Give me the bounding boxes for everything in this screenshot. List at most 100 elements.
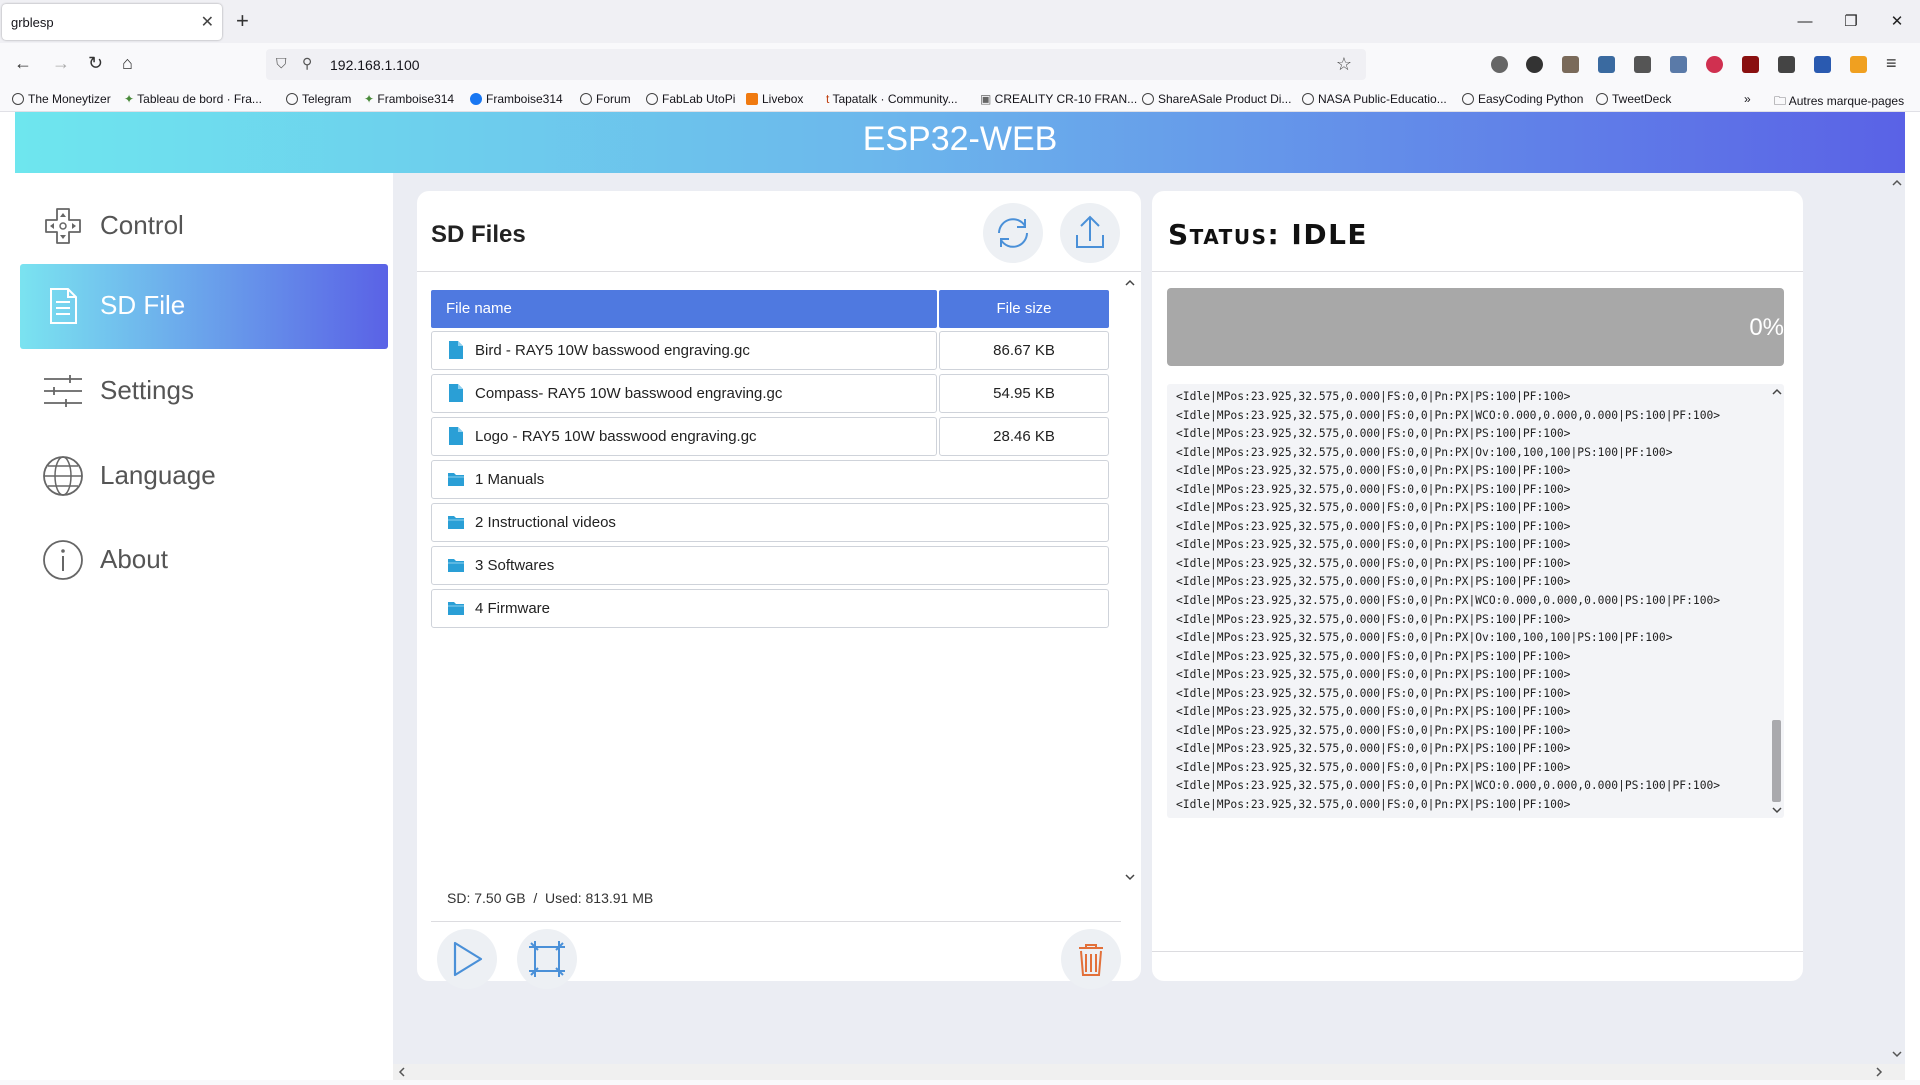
- minimize-icon[interactable]: —: [1782, 0, 1828, 43]
- bookmark-item[interactable]: The Moneytizer: [12, 92, 111, 106]
- sidebar: Control SD File Settings Language About: [15, 173, 393, 1080]
- bookmark-item[interactable]: EasyCoding Python: [1462, 92, 1583, 106]
- delete-button[interactable]: [1061, 929, 1121, 989]
- bookmark-item[interactable]: ✦ Framboise314: [364, 92, 454, 106]
- globe-icon: [580, 93, 592, 105]
- bookmark-item[interactable]: ▣ CREALITY CR-10 FRAN...: [980, 92, 1137, 106]
- back-icon[interactable]: ←: [14, 53, 32, 74]
- sidebar-item-label: SD File: [100, 290, 186, 320]
- sliders-icon: [44, 375, 82, 407]
- bookmark-item[interactable]: ✦ Tableau de bord · Fra...: [124, 92, 262, 106]
- column-header-size[interactable]: File size: [939, 290, 1109, 328]
- upload-button[interactable]: [1060, 203, 1120, 263]
- bookmark-item[interactable]: Forum: [580, 92, 631, 106]
- play-button[interactable]: [437, 929, 497, 989]
- globe-icon: [646, 93, 658, 105]
- livebox-icon: [746, 93, 758, 105]
- refresh-icon: [998, 218, 1028, 248]
- bookmark-item[interactable]: FabLab UtoPi: [646, 92, 735, 106]
- sd-usage-info: SD: 7.50 GB / Used: 813.91 MB: [447, 890, 654, 906]
- sidebar-item-about[interactable]: About: [20, 518, 388, 603]
- close-tab-icon[interactable]: ✕: [201, 12, 214, 32]
- divider: [1152, 271, 1803, 272]
- bookmark-item[interactable]: Telegram: [286, 92, 351, 106]
- console-line: <Idle|MPos:23.925,32.575,0.000|FS:0,0|Pn…: [1176, 390, 1571, 403]
- crop-frame-icon: [529, 941, 565, 977]
- page-vertical-scrollbar[interactable]: [1889, 173, 1905, 1064]
- console-line: <Idle|MPos:23.925,32.575,0.000|FS:0,0|Pn…: [1176, 798, 1571, 812]
- sidebar-item-settings[interactable]: Settings: [20, 349, 388, 434]
- page-info-icon[interactable]: ⚲: [302, 55, 312, 72]
- shield-icon[interactable]: ⛉: [276, 55, 287, 72]
- bookmark-item[interactable]: t Tapatalk · Community...: [826, 92, 958, 106]
- address-bar[interactable]: ⛉ ⚲ 192.168.1.100 ☆: [266, 49, 1366, 80]
- file-row[interactable]: Compass- RAY5 10W basswood engraving.gc: [431, 374, 937, 413]
- reload-icon[interactable]: ↻: [88, 53, 103, 74]
- folder-icon: [448, 602, 464, 615]
- globe-icon: [286, 93, 298, 105]
- frame-button[interactable]: [517, 929, 577, 989]
- url-text[interactable]: 192.168.1.100: [330, 57, 420, 73]
- bookmark-star-icon[interactable]: ☆: [1336, 54, 1352, 75]
- extension-icon[interactable]: [1742, 56, 1759, 73]
- menu-icon[interactable]: ≡: [1886, 53, 1897, 74]
- file-row[interactable]: Bird - RAY5 10W basswood engraving.gc: [431, 331, 937, 370]
- extension-icon[interactable]: [1526, 56, 1543, 73]
- close-window-icon[interactable]: ✕: [1874, 0, 1920, 43]
- extension-icon[interactable]: [1634, 56, 1651, 73]
- extension-icon[interactable]: [1850, 56, 1867, 73]
- facebook-icon: [470, 93, 482, 105]
- refresh-button[interactable]: [983, 203, 1043, 263]
- qr-code-icon[interactable]: [1778, 56, 1795, 73]
- extension-icon[interactable]: [1598, 56, 1615, 73]
- home-icon[interactable]: ⌂: [122, 53, 133, 74]
- sidebar-item-label: Settings: [100, 375, 194, 405]
- restore-icon[interactable]: ❐: [1828, 0, 1874, 43]
- file-icon: [449, 341, 463, 359]
- console-line: <Idle|MPos:23.925,32.575,0.000|FS:0,0|Pn…: [1176, 408, 1721, 422]
- column-header-name[interactable]: File name: [431, 290, 937, 328]
- app-header: ESP32-WEB: [15, 112, 1905, 173]
- bookmark-item[interactable]: ShareASale Product Di...: [1142, 92, 1291, 106]
- app-title: ESP32-WEB: [862, 120, 1058, 158]
- console-line: <Idle|MPos:23.925,32.575,0.000|FS:0,0|Pn…: [1176, 668, 1571, 682]
- file-icon: [449, 427, 463, 445]
- sd-files-title: SD Files: [431, 221, 526, 248]
- bookmark-item[interactable]: NASA Public-Educatio...: [1302, 92, 1447, 106]
- extension-icon[interactable]: [1706, 56, 1723, 73]
- sidebar-item-label: About: [100, 544, 168, 574]
- bookmark-item[interactable]: Livebox: [746, 92, 803, 106]
- folder-icon: 🗀: [1774, 94, 1789, 108]
- extension-icon[interactable]: [1814, 56, 1831, 73]
- console-lines: <Idle|MPos:23.925,32.575,0.000|FS:0,0|Pn…: [1176, 388, 1761, 815]
- scrollbar-arrows: [1772, 388, 1782, 814]
- status-title: Status: IDLE: [1168, 218, 1369, 251]
- sidebar-item-control[interactable]: Control: [20, 184, 388, 269]
- folder-row[interactable]: 2 Instructional videos: [431, 503, 1109, 542]
- file-row[interactable]: Logo - RAY5 10W basswood engraving.gc: [431, 417, 937, 456]
- extension-icon[interactable]: [1670, 56, 1687, 73]
- info-icon: [43, 540, 83, 580]
- new-tab-icon[interactable]: +: [236, 8, 249, 34]
- sidebar-item-sd-file[interactable]: SD File: [20, 264, 388, 349]
- more-bookmarks-icon[interactable]: »: [1744, 92, 1751, 106]
- bookmark-favicon-icon: ✦: [364, 92, 378, 106]
- bookmark-item[interactable]: Framboise314: [470, 92, 563, 106]
- extension-icon[interactable]: [1562, 56, 1579, 73]
- file-list-scrollbar[interactable]: [1123, 275, 1137, 885]
- page: ESP32-WEB Control SD File Settings Langu…: [0, 112, 1920, 1080]
- sidebar-item-language[interactable]: Language: [20, 434, 388, 519]
- extension-icon[interactable]: [1491, 56, 1508, 73]
- other-bookmarks[interactable]: 🗀 Autres marque-pages: [1774, 92, 1904, 113]
- console-output[interactable]: <Idle|MPos:23.925,32.575,0.000|FS:0,0|Pn…: [1167, 384, 1784, 818]
- folder-row[interactable]: 3 Softwares: [431, 546, 1109, 585]
- bookmark-item[interactable]: TweetDeck: [1596, 92, 1671, 106]
- console-scrollbar[interactable]: [1769, 384, 1784, 818]
- page-horizontal-scrollbar[interactable]: [393, 1064, 1905, 1080]
- folder-row[interactable]: 1 Manuals: [431, 460, 1109, 499]
- forward-icon[interactable]: →: [52, 53, 70, 74]
- browser-tab[interactable]: grblesp ✕: [2, 4, 222, 40]
- folder-row[interactable]: 4 Firmware: [431, 589, 1109, 628]
- globe-icon: [43, 456, 83, 496]
- console-line: <Idle|MPos:23.925,32.575,0.000|FS:0,0|Pn…: [1176, 594, 1721, 608]
